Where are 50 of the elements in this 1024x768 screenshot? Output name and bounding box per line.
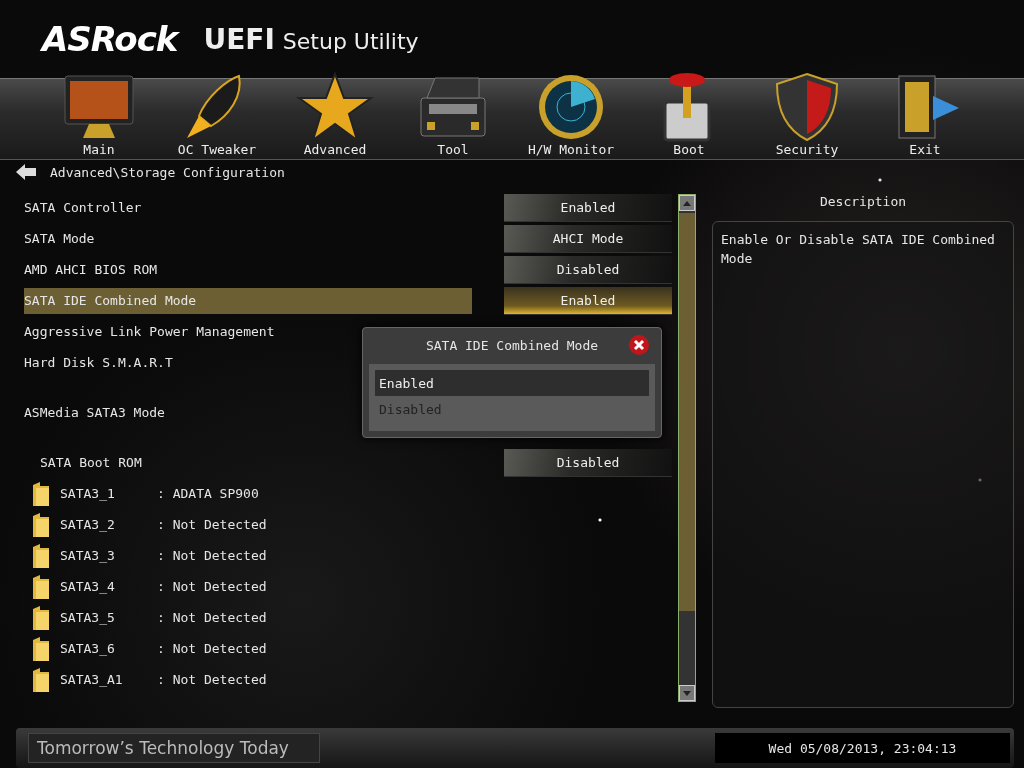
port-name: SATA3_4 [60, 579, 116, 594]
folder-icon [32, 636, 50, 661]
setting-label[interactable]: SATA Boot ROM [40, 449, 472, 476]
drive-status: : Not Detected [157, 641, 267, 656]
scroll-up-icon[interactable] [683, 200, 691, 206]
drive-status: : Not Detected [157, 548, 267, 563]
setting-label[interactable]: SATA Mode [24, 225, 472, 252]
nav-tab[interactable]: Security [748, 55, 866, 159]
description-text: Enable Or Disable SATA IDE Combined Mode [712, 221, 1014, 708]
drive-status: : Not Detected [157, 517, 267, 532]
port-name: SATA3_5 [60, 610, 116, 625]
folder-icon [32, 512, 50, 537]
port-name: SATA3_A1 [60, 672, 124, 687]
app-title: UEFI Setup Utility [203, 22, 419, 56]
back-arrow-icon[interactable] [16, 164, 36, 180]
nav-tab[interactable]: Boot [630, 55, 748, 159]
nav-tab[interactable]: Advanced [276, 55, 394, 159]
folder-icon [32, 605, 50, 630]
drive-status: : Not Detected [157, 610, 267, 625]
scrollbar[interactable] [678, 194, 696, 702]
port-name: SATA3_2 [60, 517, 116, 532]
setting-label[interactable]: AMD AHCI BIOS ROM [24, 256, 472, 283]
folder-icon [32, 543, 50, 568]
drive-status: : Not Detected [157, 672, 267, 687]
setting-value-button[interactable]: Disabled [504, 448, 672, 477]
nav-tab[interactable]: Tool [394, 55, 512, 159]
breadcrumb: Advanced\Storage Configuration [50, 164, 285, 180]
port-name: SATA3_6 [60, 641, 116, 656]
setting-label[interactable]: SATA Controller [24, 194, 472, 221]
setting-value-button[interactable]: Disabled [504, 255, 672, 284]
folder-icon [32, 667, 50, 692]
folder-icon [32, 481, 50, 506]
nav-tab[interactable]: Exit [866, 55, 984, 159]
description-heading: Description [818, 193, 908, 211]
nav-tab[interactable]: H/W Monitor [512, 55, 630, 159]
close-icon[interactable] [629, 335, 649, 355]
drive-status: : Not Detected [157, 579, 267, 594]
port-name: SATA3_1 [60, 486, 116, 501]
setting-value-button[interactable]: AHCI Mode [504, 224, 672, 253]
setting-label[interactable]: SATA IDE Combined Mode [24, 287, 472, 314]
date-time: Wed 05/08/2013, 23:04:13 [715, 733, 1010, 763]
drive-status: : ADATA SP900 [157, 486, 259, 501]
slogan: Tomorrow’s Technology Today [28, 733, 320, 763]
folder-icon [32, 574, 50, 599]
popup-title: SATA IDE Combined Mode [425, 337, 599, 353]
setting-value-button[interactable]: Enabled [504, 193, 672, 222]
scroll-down-icon[interactable] [683, 690, 691, 696]
popup-option[interactable]: Enabled [375, 370, 649, 396]
setting-value-button[interactable]: Enabled [504, 286, 672, 315]
port-name: SATA3_3 [60, 548, 116, 563]
